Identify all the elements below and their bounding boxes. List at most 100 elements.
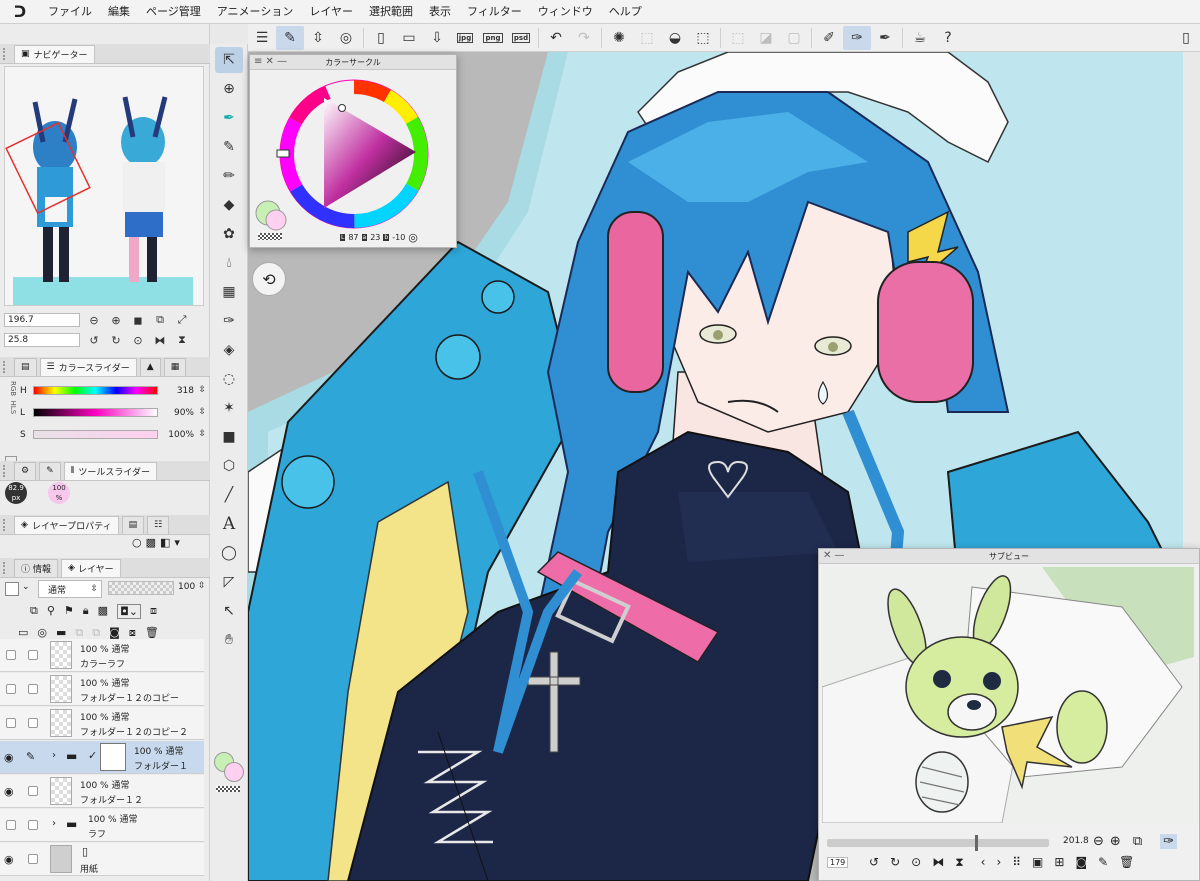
- menu-item[interactable]: ヘルプ: [601, 0, 650, 24]
- magic-wand-icon[interactable]: ✶: [215, 395, 243, 421]
- export-png-icon[interactable]: png: [479, 26, 507, 50]
- palette-icon[interactable]: ⧈: [150, 604, 157, 619]
- 3d-object-icon[interactable]: ⬡: [215, 453, 243, 479]
- tab-tool-slider[interactable]: ⫴ ツールスライダー: [63, 461, 158, 480]
- menu-icon[interactable]: ☰: [248, 26, 276, 50]
- more-icon[interactable]: ▾: [174, 536, 180, 549]
- flip-horizontal-icon[interactable]: ⧓: [152, 332, 168, 348]
- eraser-icon[interactable]: ◆: [215, 192, 243, 218]
- lasso-icon[interactable]: ◌: [215, 366, 243, 392]
- color-slider-track[interactable]: [33, 408, 158, 417]
- deselect-icon[interactable]: ⬚: [724, 26, 752, 50]
- layer-color-icon[interactable]: ◧: [160, 536, 170, 549]
- chevron-right-icon[interactable]: ›: [52, 750, 56, 761]
- reset-rotation-icon[interactable]: ⊙: [130, 332, 146, 348]
- navigator-preview[interactable]: [4, 66, 204, 306]
- zoom-out-icon[interactable]: ⊖: [1093, 834, 1104, 849]
- color-slider-track[interactable]: [33, 430, 158, 439]
- pen-icon[interactable]: ✒: [215, 105, 243, 131]
- menu-item[interactable]: ファイル: [40, 0, 100, 24]
- import-image-icon[interactable]: ▣: [1032, 855, 1043, 870]
- correct-line-icon[interactable]: ↖: [215, 598, 243, 624]
- tab-color-set[interactable]: ▲: [139, 357, 161, 376]
- rotate-right-icon[interactable]: ↻: [108, 332, 124, 348]
- move-icon[interactable]: ⊕: [215, 76, 243, 102]
- tab-color-slider[interactable]: ☰ カラースライダー: [39, 357, 137, 376]
- visibility-checkbox[interactable]: [6, 650, 16, 660]
- fill-bucket-icon[interactable]: ◈: [215, 337, 243, 363]
- layer-mask-thumbnail[interactable]: [100, 743, 126, 771]
- grid-icon[interactable]: ▦: [215, 279, 243, 305]
- clip-icon[interactable]: ◎: [332, 26, 360, 50]
- flip-horizontal-icon[interactable]: ⧓: [932, 855, 944, 870]
- sub-view-image[interactable]: [822, 567, 1194, 823]
- trash-icon[interactable]: 🗑︎: [145, 626, 159, 640]
- lock-checkbox[interactable]: [28, 854, 38, 864]
- text-icon[interactable]: A: [215, 511, 243, 537]
- pen-pressure-icon[interactable]: ✐: [815, 26, 843, 50]
- rotate-right-icon[interactable]: ↻: [890, 855, 900, 870]
- mask-layer-icon[interactable]: ◙: [109, 626, 120, 640]
- rotate-left-icon[interactable]: ↺: [869, 855, 879, 870]
- tab-info[interactable]: ⓘ 情報: [14, 558, 59, 577]
- menu-item[interactable]: フィルター: [459, 0, 530, 24]
- lock-checkbox[interactable]: [28, 684, 38, 694]
- add-icon[interactable]: ⊞: [1054, 855, 1064, 870]
- blend-mode-select[interactable]: 通常 ⇳: [38, 580, 102, 598]
- zoom-field[interactable]: 196.7: [4, 313, 80, 327]
- opacity-stepper[interactable]: ⇳: [198, 581, 206, 591]
- flip-vertical-icon[interactable]: ⧗: [955, 855, 963, 870]
- panel-menu-icon[interactable]: ≡ ✕ —: [254, 56, 287, 67]
- blend-icon[interactable]: 💧︎: [215, 250, 243, 276]
- layer-row[interactable]: › ▬ 100 % 通常 ラフ: [0, 809, 204, 842]
- trash-icon[interactable]: 🗑︎: [1119, 855, 1134, 870]
- new-vector-layer-icon[interactable]: ◎: [37, 626, 47, 640]
- fit-icon[interactable]: ⧉: [1133, 834, 1142, 849]
- camera-icon[interactable]: ◙: [1075, 855, 1087, 870]
- chevron-updown-icon[interactable]: ⇳: [304, 26, 332, 50]
- layer-row[interactable]: 100 % 通常 フォルダー１２のコピー２: [0, 707, 204, 740]
- zoom-in-icon[interactable]: ⊕: [108, 312, 124, 328]
- visibility-checkbox[interactable]: [6, 684, 16, 694]
- lock-transparent-icon[interactable]: ▩: [98, 604, 108, 619]
- cc-icon[interactable]: ✎: [276, 25, 304, 50]
- undo-icon[interactable]: ↶: [542, 26, 570, 50]
- tab-color-history[interactable]: ▦: [163, 357, 187, 376]
- color-mode-labels[interactable]: RGB HLS: [3, 381, 17, 451]
- stabilize-icon[interactable]: ✑: [843, 25, 871, 50]
- fill-icon[interactable]: ◒: [661, 26, 689, 50]
- tab-tool-property[interactable]: ⚙: [14, 461, 37, 480]
- brush-opacity-indicator[interactable]: 100 %: [48, 482, 70, 504]
- layout-icon[interactable]: ▯: [1172, 26, 1200, 50]
- edit-icon[interactable]: ✎: [1098, 855, 1108, 870]
- reference-layer-icon[interactable]: ⚲: [47, 604, 55, 619]
- tab-layer[interactable]: ◈ レイヤー: [61, 558, 121, 577]
- layer-row[interactable]: ◉ ▯ 用紙: [0, 843, 204, 876]
- apply-mask-icon[interactable]: ⧇: [129, 626, 136, 640]
- panel-menu-icon[interactable]: ✕ —: [823, 550, 845, 561]
- sub-view-zoom-slider[interactable]: [827, 835, 1049, 851]
- pen-edit-icon[interactable]: ✎: [26, 750, 35, 763]
- tab-layer-property[interactable]: ◈ レイヤープロパティ: [14, 515, 119, 534]
- export-jpg-icon[interactable]: jpg: [451, 26, 479, 50]
- balloon-icon[interactable]: ◯: [215, 540, 243, 566]
- eye-icon[interactable]: ◉: [4, 785, 14, 798]
- layer-row[interactable]: 100 % 通常 フォルダー１２のコピー: [0, 673, 204, 706]
- new-folder-icon[interactable]: ▬: [56, 626, 66, 640]
- color-space-icon[interactable]: ◎: [408, 231, 418, 244]
- transfer-icon[interactable]: ⧉: [75, 626, 83, 640]
- eyedropper-icon[interactable]: ✑: [215, 308, 243, 334]
- rotate-canvas-icon[interactable]: ⟲: [252, 262, 286, 296]
- fit-window-icon[interactable]: ⧉: [152, 312, 168, 328]
- layer-row[interactable]: ◉ 100 % 通常 フォルダー１２: [0, 775, 204, 808]
- menu-item[interactable]: 編集: [100, 0, 138, 24]
- transform-icon[interactable]: ⬚: [689, 26, 717, 50]
- next-icon[interactable]: ›: [996, 855, 1001, 870]
- clear-icon[interactable]: ⬚: [633, 26, 661, 50]
- invert-icon[interactable]: ◪: [752, 26, 780, 50]
- hand-icon[interactable]: ✋︎: [215, 627, 243, 653]
- visibility-checkbox[interactable]: [6, 718, 16, 728]
- mask-icon[interactable]: ◘⌄: [117, 604, 141, 619]
- slider-stepper-icon[interactable]: ⇳: [198, 429, 206, 439]
- transparent-color-swatch[interactable]: [216, 786, 240, 792]
